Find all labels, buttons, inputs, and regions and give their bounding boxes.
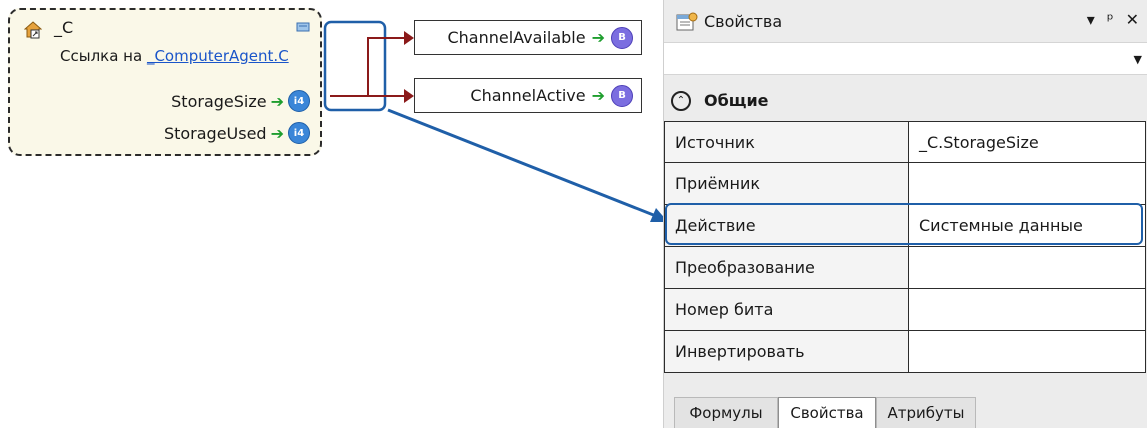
reference-link[interactable]: _ComputerAgent.C	[147, 47, 289, 65]
close-icon[interactable]: ✕	[1126, 10, 1139, 29]
link-arrowhead-channelactive	[404, 89, 414, 103]
link-arrowhead-channelavailable	[404, 31, 414, 45]
output-arrow-icon: ➔	[270, 123, 284, 143]
selection-highlight	[665, 203, 1143, 245]
pointer-arrow-line	[387, 108, 657, 218]
property-row[interactable]: Инвертировать	[664, 331, 1147, 373]
property-value[interactable]: _C.StorageSize	[908, 121, 1146, 163]
panel-title: Свойства	[704, 12, 783, 31]
pin-label: StorageUsed	[163, 123, 267, 143]
chevron-down-icon[interactable]: ▼	[1134, 53, 1142, 66]
channel-available-box[interactable]: ChannelAvailable ➔ B	[414, 20, 642, 55]
properties-panel: Свойства ▾ ᵖ ✕ ▼ ⌃ Общие Источник _C.Sto…	[663, 0, 1147, 428]
dropdown-menu-icon[interactable]: ▾	[1087, 10, 1095, 29]
output-arrow-icon: ➔	[591, 86, 605, 105]
property-name: Источник	[664, 121, 908, 163]
tab-properties[interactable]: Свойства	[778, 397, 876, 428]
tab-attributes[interactable]: Атрибуты	[876, 397, 976, 428]
node-title: _C	[54, 18, 74, 37]
property-row-selected[interactable]: Действие Системные данные	[664, 203, 1147, 247]
output-arrow-icon: ➔	[591, 28, 605, 47]
property-name: Приёмник	[664, 163, 908, 205]
property-row[interactable]: Источник _C.StorageSize	[664, 121, 1147, 163]
property-name: Номер бита	[664, 289, 908, 331]
property-value[interactable]	[908, 289, 1146, 331]
pin-storagesize[interactable]: StorageSize ➔ i4	[171, 90, 310, 112]
collapse-icon[interactable]: ⌃	[671, 91, 691, 111]
group-label: Общие	[704, 91, 769, 110]
property-row[interactable]: Приёмник	[664, 163, 1147, 205]
node-card[interactable]: _C Ссылка на _ComputerAgent.C StorageSiz…	[8, 8, 322, 156]
channel-label: ChannelActive	[470, 86, 586, 105]
link-storagesize-channelavailable[interactable]	[330, 37, 404, 97]
panel-tabs: Формулы Свойства Атрибуты	[664, 397, 1147, 428]
property-row[interactable]: Номер бита	[664, 289, 1147, 331]
property-name: Преобразование	[664, 247, 908, 289]
output-arrow-icon: ➔	[270, 91, 284, 111]
channel-label: ChannelAvailable	[447, 28, 586, 47]
house-link-icon	[24, 21, 42, 39]
panel-controls: ▾ ᵖ ✕	[1087, 10, 1139, 29]
property-value[interactable]	[908, 331, 1146, 373]
reference-prefix: Ссылка на	[60, 47, 143, 65]
channel-active-box[interactable]: ChannelActive ➔ B	[414, 78, 642, 113]
pin-label: StorageSize	[171, 91, 267, 111]
type-badge-icon: i4	[288, 122, 310, 144]
type-badge-icon: B	[611, 26, 633, 49]
properties-icon	[676, 12, 698, 31]
group-header[interactable]: ⌃ Общие	[664, 83, 1147, 121]
pin-icon[interactable]: ᵖ	[1107, 10, 1114, 29]
object-selector[interactable]: ▼	[664, 42, 1147, 75]
property-row[interactable]: Преобразование	[664, 247, 1147, 289]
pin-storageused[interactable]: StorageUsed ➔ i4	[164, 122, 310, 144]
type-badge-icon: i4	[288, 90, 310, 112]
node-reference: Ссылка на _ComputerAgent.C	[60, 47, 289, 65]
node-settings-icon[interactable]	[296, 21, 310, 33]
property-name: Инвертировать	[664, 331, 908, 373]
property-value[interactable]	[908, 247, 1146, 289]
tab-formulas[interactable]: Формулы	[674, 397, 778, 428]
type-badge-icon: B	[611, 84, 633, 107]
property-value[interactable]	[908, 163, 1146, 205]
